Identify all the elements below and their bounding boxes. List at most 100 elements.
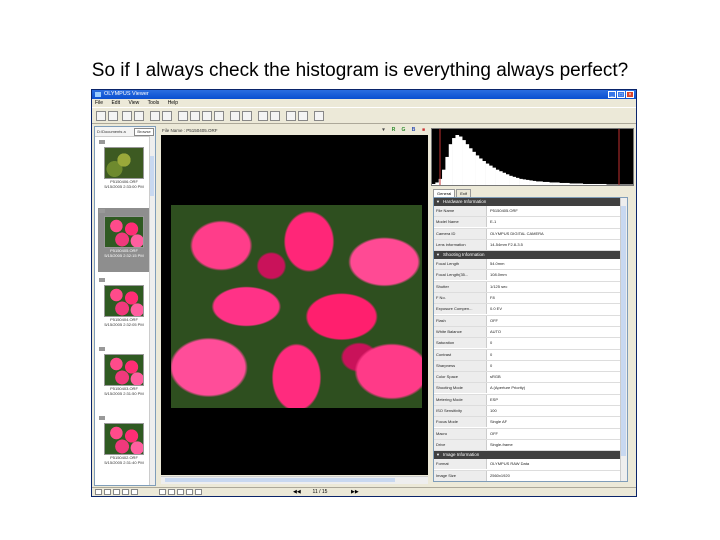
- file-type-icon: [99, 416, 105, 420]
- exif-info-box: Hardware InformationFile NameP5150405.OR…: [433, 197, 628, 482]
- info-row: Image Size 2560x1920: [434, 470, 627, 481]
- histogram-bar: [475, 155, 480, 185]
- histogram-bar: [542, 181, 547, 185]
- zoom-icon[interactable]: [190, 111, 200, 121]
- zoom-in-icon[interactable]: [177, 489, 184, 495]
- trash-icon[interactable]: [298, 111, 308, 121]
- print-icon[interactable]: [270, 111, 280, 121]
- fullscreen-icon[interactable]: [195, 489, 202, 495]
- menu-edit[interactable]: Edit: [111, 100, 120, 106]
- rotate-right-icon[interactable]: [214, 111, 224, 121]
- email-icon[interactable]: [286, 111, 296, 121]
- image-viewer[interactable]: [161, 135, 428, 475]
- histogram-bar: [505, 174, 510, 185]
- info-key: Focal Length(35...: [434, 270, 487, 281]
- back-icon[interactable]: [95, 489, 102, 495]
- thumbnail-item[interactable]: P5150402.ORF 5/15/2005 2:31:40 PM: [98, 415, 150, 479]
- histogram-bar: [492, 167, 496, 185]
- g-button[interactable]: G: [400, 127, 407, 134]
- info-value: 0: [490, 362, 493, 368]
- info-row: Exposure Compen... 0.0 EV: [434, 304, 627, 316]
- adjust-icon[interactable]: [230, 111, 240, 121]
- histogram-bar: [432, 183, 436, 185]
- save-icon[interactable]: [108, 111, 118, 121]
- histogram-bar: [572, 183, 577, 185]
- copy-icon[interactable]: [258, 111, 268, 121]
- browse-button[interactable]: Browse: [134, 128, 154, 136]
- thumbnail-caption: P5150406.ORF 5/15/2005 2:33:00 PM: [98, 179, 150, 189]
- info-section-header[interactable]: Shooting Information: [434, 251, 627, 260]
- r-button[interactable]: R: [390, 127, 397, 134]
- actual-size-icon[interactable]: [168, 489, 175, 495]
- menu-file[interactable]: File: [95, 100, 103, 106]
- info-section-header[interactable]: Image Information: [434, 451, 627, 460]
- image-hscrollbar[interactable]: [161, 476, 428, 484]
- histogram-bar: [515, 177, 520, 185]
- single-view-icon[interactable]: [134, 111, 144, 121]
- histogram-bar: [586, 183, 590, 185]
- histogram-bar: [472, 151, 476, 185]
- histogram-bar: [448, 144, 453, 185]
- info-value: F8: [490, 295, 495, 301]
- thumbnail-caption: P5150404.ORF 5/15/2005 2:32:05 PM: [98, 317, 150, 327]
- browse-icon[interactable]: [122, 111, 132, 121]
- info-row: ISO Sensitivity 100: [434, 406, 627, 418]
- histogram-bar: [465, 144, 470, 185]
- filter-icon[interactable]: [122, 489, 129, 495]
- info-scrollbar[interactable]: [620, 198, 627, 481]
- histogram-bar: [579, 183, 584, 185]
- thumbnail-image: [104, 147, 144, 179]
- menu-tools[interactable]: Tools: [148, 100, 160, 106]
- thumbnail-item[interactable]: P5150405.ORF 5/15/2005 2:32:15 PM: [98, 208, 150, 272]
- dropdown-icon[interactable]: ▾: [380, 127, 387, 134]
- thumbnail-view-icon[interactable]: [150, 111, 160, 121]
- open-icon[interactable]: [96, 111, 106, 121]
- crop-icon[interactable]: [242, 111, 252, 121]
- thumbnail-item[interactable]: P5150404.ORF 5/15/2005 2:32:05 PM: [98, 277, 150, 341]
- histogram-bar: [512, 176, 517, 185]
- thumbnail-item[interactable]: P5150406.ORF 5/15/2005 2:33:00 PM: [98, 139, 150, 203]
- info-row: Flash OFF: [434, 315, 627, 327]
- histogram-bar: [455, 135, 460, 185]
- rotate-left-icon[interactable]: [202, 111, 212, 121]
- histogram-bar: [539, 181, 543, 185]
- histogram-bar: [522, 179, 527, 185]
- info-value: A (Aperture Priority): [490, 385, 526, 391]
- histogram-bar: [435, 182, 439, 185]
- histogram-bar: [589, 183, 594, 185]
- info-row: Focal Length(35... 108.0mm: [434, 270, 627, 282]
- info-tabs: General Exif: [433, 189, 472, 198]
- help-icon[interactable]: [314, 111, 324, 121]
- info-section-header[interactable]: Hardware Information: [434, 198, 627, 206]
- thumbnail-image: [104, 423, 144, 455]
- forward-icon[interactable]: [104, 489, 111, 495]
- histogram-bar: [482, 161, 486, 185]
- minimize-button[interactable]: _: [608, 91, 616, 98]
- histogram-bar: [499, 171, 503, 185]
- window-titlebar[interactable]: OLYMPUS Viewer _ □ ×: [92, 90, 636, 99]
- thumbnail-scrollbar[interactable]: [149, 136, 155, 485]
- histogram-bar: [626, 184, 630, 185]
- info-row: F No. F8: [434, 293, 627, 305]
- histogram-bar: [445, 156, 450, 185]
- histogram-bar: [566, 182, 570, 185]
- zoom-out-icon[interactable]: [186, 489, 193, 495]
- menu-view[interactable]: View: [128, 100, 139, 106]
- menu-help[interactable]: Help: [168, 100, 178, 106]
- list-view-icon[interactable]: [162, 111, 172, 121]
- color-icon[interactable]: ■: [420, 127, 427, 134]
- move-icon[interactable]: [178, 111, 188, 121]
- close-button[interactable]: ×: [626, 91, 634, 98]
- refresh-icon[interactable]: [131, 489, 138, 495]
- b-button[interactable]: B: [410, 127, 417, 134]
- maximize-button[interactable]: □: [617, 91, 625, 98]
- folder-path-text: D:\Documents a: [97, 129, 126, 134]
- sort-icon[interactable]: [113, 489, 120, 495]
- fit-icon[interactable]: [159, 489, 166, 495]
- thumbnail-item[interactable]: P5150403.ORF 5/15/2005 2:31:50 PM: [98, 346, 150, 410]
- next-icon[interactable]: ▶▶: [351, 488, 359, 496]
- info-value: 1/125 sec: [490, 283, 508, 289]
- thumbnail-caption: P5150405.ORF 5/15/2005 2:32:15 PM: [98, 248, 150, 258]
- histogram-bar: [592, 183, 597, 185]
- info-key: Color Space: [434, 372, 487, 383]
